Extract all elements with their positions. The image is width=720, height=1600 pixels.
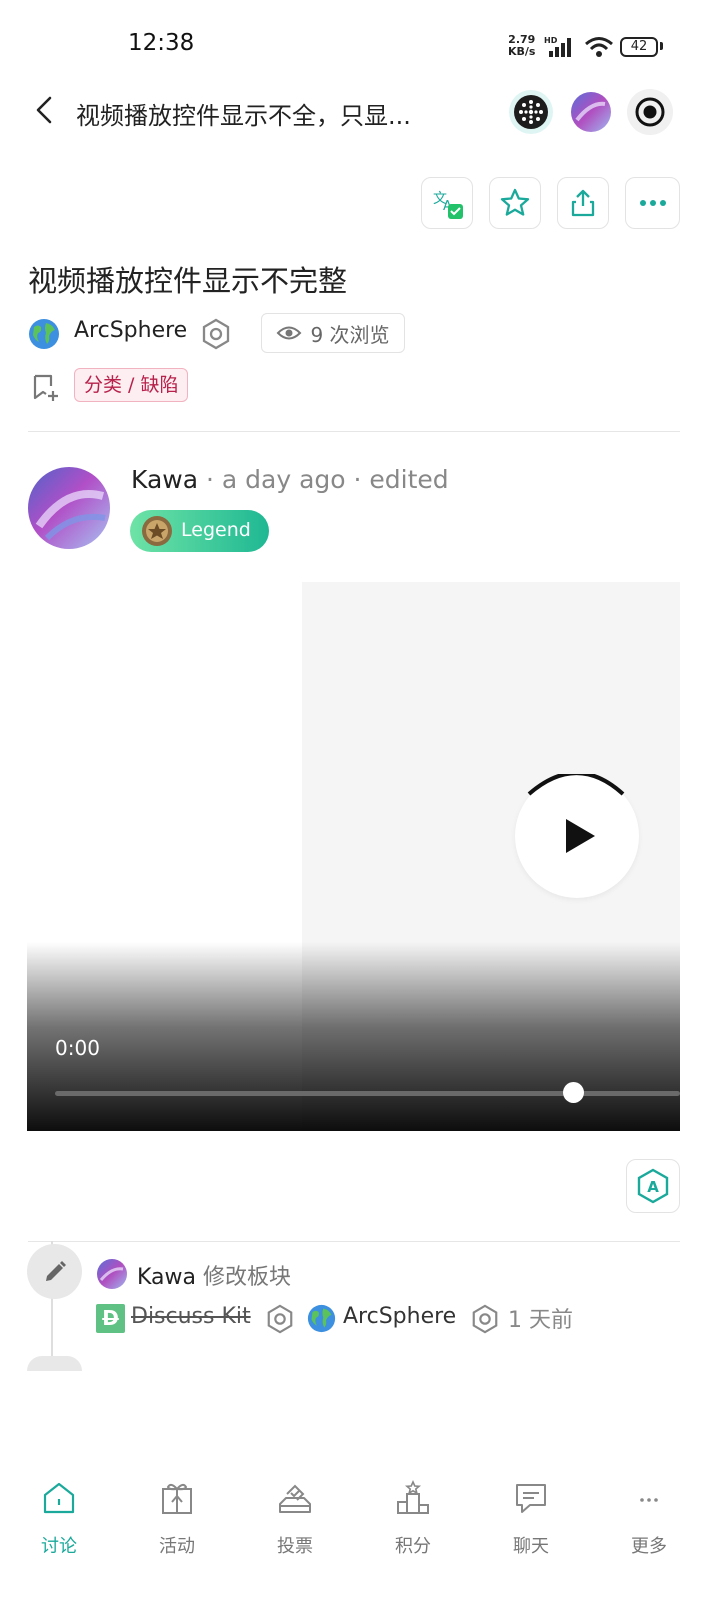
small-action-time: 1 天前 xyxy=(508,1308,573,1333)
battery-indicator: 42 xyxy=(620,37,658,57)
nav-label: 聊天 xyxy=(513,1536,549,1557)
old-category-logo: D xyxy=(96,1304,125,1333)
small-action-avatar[interactable] xyxy=(96,1258,128,1290)
legend-badge[interactable]: Legend xyxy=(130,510,269,552)
author-name[interactable]: Kawa xyxy=(131,465,198,494)
battery-tip xyxy=(660,42,663,50)
nav-label: 活动 xyxy=(159,1536,195,1557)
ellipsis-icon xyxy=(640,1498,658,1502)
video-controls-shade xyxy=(27,942,680,1131)
app-switcher-button[interactable] xyxy=(509,90,553,134)
small-action-user[interactable]: Kawa xyxy=(137,1265,196,1290)
share-button[interactable] xyxy=(557,177,609,229)
translate-button[interactable]: 文 A xyxy=(421,177,473,229)
more-actions-button[interactable] xyxy=(625,177,680,229)
video-player[interactable]: 0:00 xyxy=(27,582,680,1131)
nav-votes[interactable]: 投票 xyxy=(236,1476,354,1586)
record-button[interactable] xyxy=(627,89,673,135)
signal-icon xyxy=(549,38,571,57)
ai-assistant-button[interactable]: A xyxy=(626,1159,680,1213)
add-tag-icon[interactable] xyxy=(30,372,62,404)
hexagon-settings-icon xyxy=(472,1304,498,1334)
share-icon xyxy=(571,189,595,217)
ai-hexagon-icon: A xyxy=(637,1168,669,1204)
vote-box-icon xyxy=(279,1484,311,1513)
view-count-label: 9 次浏览 xyxy=(310,322,390,347)
pencil-icon xyxy=(45,1260,66,1281)
record-icon xyxy=(635,97,665,127)
hexagon-settings-icon xyxy=(267,1304,293,1334)
gift-icon xyxy=(162,1483,192,1514)
badge-label: Legend xyxy=(181,519,251,541)
podium-icon xyxy=(397,1480,429,1514)
user-avatar-button[interactable] xyxy=(569,90,613,134)
author-avatar[interactable] xyxy=(27,466,111,550)
nav-more[interactable]: 更多 xyxy=(590,1476,708,1586)
dots-grid-icon xyxy=(514,95,548,129)
new-category-name[interactable]: ArcSphere xyxy=(343,1304,456,1329)
post-meta: Kawa · a day ago · edited xyxy=(131,465,449,494)
topic-title: 视频播放控件显示不完整 xyxy=(28,264,348,298)
next-event-marker xyxy=(27,1356,82,1371)
nav-points[interactable]: 积分 xyxy=(354,1476,472,1586)
status-time: 12:38 xyxy=(128,30,195,56)
bookmark-star-button[interactable] xyxy=(489,177,541,229)
old-category-name[interactable]: Discuss Kit xyxy=(131,1304,251,1329)
header-title: 视频播放控件显示不全，只显... xyxy=(76,102,411,130)
video-progress-track[interactable] xyxy=(55,1091,680,1096)
view-count: 9 次浏览 xyxy=(261,313,405,353)
hexagon-settings-icon[interactable] xyxy=(200,317,232,351)
small-action-text: Kawa 修改板块 xyxy=(137,1259,291,1291)
category-tag[interactable]: 分类 / 缺陷 xyxy=(74,368,189,402)
network-speed: 2.79 KB/s xyxy=(508,34,535,58)
nav-label: 积分 xyxy=(395,1536,431,1557)
divider xyxy=(28,1241,680,1242)
edited-indicator[interactable]: edited xyxy=(369,465,448,494)
ellipsis-icon xyxy=(639,200,666,206)
back-arrow-icon[interactable] xyxy=(30,94,62,126)
chat-icon xyxy=(516,1484,546,1513)
nav-discussions[interactable]: 讨论 xyxy=(0,1476,118,1586)
eye-icon xyxy=(277,326,302,340)
play-icon xyxy=(527,771,625,853)
post-time[interactable]: a day ago xyxy=(222,465,346,494)
network-speed-unit: KB/s xyxy=(508,45,536,58)
translate-icon: 文 A xyxy=(433,191,463,219)
edit-event-marker xyxy=(27,1244,82,1299)
nav-label: 投票 xyxy=(277,1536,313,1557)
divider xyxy=(28,431,680,432)
nav-activities[interactable]: 活动 xyxy=(118,1476,236,1586)
category-link[interactable]: ArcSphere xyxy=(74,318,187,343)
video-current-time: 0:00 xyxy=(55,1036,100,1060)
nav-label: 讨论 xyxy=(41,1536,77,1557)
star-icon xyxy=(500,188,530,216)
globe-icon xyxy=(307,1304,336,1333)
home-icon xyxy=(43,1482,75,1514)
wifi-icon xyxy=(585,37,613,57)
avatar xyxy=(571,92,611,132)
play-button[interactable] xyxy=(515,771,639,898)
svg-text:A: A xyxy=(647,1178,659,1196)
nav-label: 更多 xyxy=(631,1536,667,1557)
globe-icon xyxy=(29,319,59,349)
medal-icon xyxy=(142,516,172,546)
small-action-verb: 修改板块 xyxy=(203,1265,292,1290)
nav-chat[interactable]: 聊天 xyxy=(472,1476,590,1586)
